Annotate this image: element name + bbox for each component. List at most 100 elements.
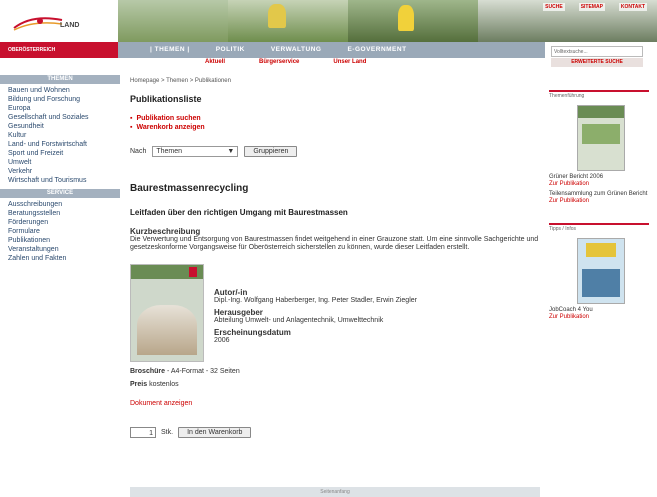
sidebar-item[interactable]: Verkehr [8, 167, 120, 176]
brand-strip[interactable]: OBERÖSTERREICH [0, 42, 118, 58]
publication-meta: Autor/-in Dipl.-Ing. Wolfgang Haberberge… [214, 264, 417, 362]
sidebar: THEMEN Bauen und Wohnen Bildung und Fors… [0, 75, 120, 267]
publication-title: Baurestmassenrecycling [130, 183, 249, 194]
sidebar-item[interactable]: Beratungsstellen [8, 209, 120, 218]
price-value: kostenlos [149, 381, 179, 388]
page-title: Publikationsliste [130, 94, 202, 104]
sidebar-section-title: THEMEN [0, 75, 120, 84]
search-publication-link[interactable]: Publikation suchen [130, 114, 540, 123]
sidebar-item[interactable]: Formulare [8, 227, 120, 236]
sidebar-item[interactable]: Sport und Freizeit [8, 149, 120, 158]
top-link-contact[interactable]: KONTAKT [618, 3, 647, 11]
sidebar-item[interactable]: Europa [8, 104, 120, 113]
header-banner: LAND SUCHE SITEMAP KONTAKT [0, 0, 657, 42]
sort-select[interactable]: Themen ▼ [152, 146, 239, 157]
sidebar-item[interactable]: Land- und Forstwirtschaft [8, 140, 120, 149]
right-item-link[interactable]: Zur Publikation [549, 314, 649, 321]
publisher-value: Abteilung Umwelt- und Anlagentechnik, Um… [214, 317, 384, 324]
author-value: Dipl.-Ing. Wolfgang Haberberger, Ing. Pe… [214, 297, 417, 304]
cover-photo [582, 124, 620, 144]
cover-flag [189, 267, 197, 277]
main-content: Homepage > Themen > Publikationen Publik… [130, 78, 540, 438]
quantity-input[interactable]: 1 [130, 427, 156, 438]
top-link-search[interactable]: SUCHE [543, 3, 565, 11]
publication-subtitle: Leitfaden über den richtigen Umgang mit … [130, 208, 348, 217]
right-item-link[interactable]: Zur Publikation [549, 181, 649, 188]
logo-icon [13, 17, 63, 31]
right-item-title: Teilensammlung zum Grünen Bericht [549, 191, 648, 197]
publication-details: Autor/-in Dipl.-Ing. Wolfgang Haberberge… [130, 264, 540, 362]
price-label: Preis [130, 381, 148, 388]
sidebar-item[interactable]: Ausschreibungen [8, 200, 120, 209]
right-box-heading: Tipps / Infos [549, 223, 649, 232]
publisher-label: Herausgeber [214, 308, 263, 317]
book-cover-image [130, 264, 204, 362]
brochure-value: - A4-Format - 32 Seiten [166, 368, 240, 375]
cover-band [578, 106, 624, 118]
cyclist-shape [268, 4, 286, 28]
sidebar-item[interactable]: Gesellschaft und Soziales [8, 113, 120, 122]
sort-row: Nach Themen ▼ Gruppieren [130, 146, 540, 157]
logo-text: LAND [60, 22, 80, 29]
top-link-sitemap[interactable]: SITEMAP [578, 3, 605, 11]
sidebar-item[interactable]: Umwelt [8, 158, 120, 167]
nav-item-themen[interactable]: | THEMEN | [150, 42, 190, 58]
quantity-unit: Stk. [161, 429, 174, 436]
rubble-pile [137, 305, 197, 355]
add-to-cart-button[interactable]: In den Warenkorb [178, 427, 252, 438]
search-input[interactable]: Volltextsuche... [551, 46, 643, 57]
runner-shape [398, 5, 414, 31]
show-cart-link[interactable]: Warenkorb anzeigen [130, 123, 540, 132]
brochure-label: Broschüre [130, 368, 166, 375]
date-value: 2006 [214, 337, 230, 344]
nav-item-egovernment[interactable]: E-GOVERNMENT [347, 42, 406, 58]
sidebar-item[interactable]: Veranstaltungen [8, 245, 120, 254]
report-cover-image[interactable] [577, 105, 625, 171]
sidebar-item[interactable]: Bildung und Forschung [8, 95, 120, 104]
date-label: Erscheinungsdatum [214, 328, 291, 337]
sidebar-item[interactable]: Wirtschaft und Tourismus [8, 176, 120, 185]
header-photo-3 [348, 0, 478, 42]
right-item-title: Grüner Bericht 2006 [549, 174, 604, 180]
chevron-down-icon: ▼ [227, 148, 235, 155]
top-links: SUCHE SITEMAP KONTAKT [543, 3, 647, 11]
brochure-line: Broschüre - A4-Format - 32 Seiten [130, 368, 540, 375]
sub-nav: Aktuell Bürgerservice Unser Land [205, 58, 366, 67]
sidebar-item[interactable]: Publikationen [8, 236, 120, 245]
header-photo-1 [118, 0, 228, 42]
description-text: Die Verwertung und Entsorgung von Baures… [130, 236, 539, 251]
group-button[interactable]: Gruppieren [244, 146, 298, 157]
sidebar-item[interactable]: Bauen und Wohnen [8, 86, 120, 95]
sidebar-section-title: SERVICE [0, 189, 120, 198]
subnav-item-unser-land[interactable]: Unser Land [333, 58, 366, 67]
sidebar-item[interactable]: Kultur [8, 131, 120, 140]
sidebar-item[interactable]: Gesundheit [8, 122, 120, 131]
author-label: Autor/-in [214, 288, 248, 297]
price-line: Preis kostenlos [130, 381, 540, 388]
logo-area[interactable]: LAND [0, 0, 118, 42]
cart-row: 1 Stk. In den Warenkorb [130, 427, 540, 438]
cover-badge [586, 243, 616, 257]
breadcrumb[interactable]: Homepage > Themen > Publikationen [130, 78, 540, 84]
sidebar-list-themen: Bauen und Wohnen Bildung und Forschung E… [0, 86, 120, 185]
right-column: Themenführung Grüner Bericht 2006 Zur Pu… [549, 90, 649, 321]
show-document-link[interactable]: Dokument anzeigen [130, 400, 540, 407]
right-item-title: JobCoach 4 You [549, 307, 593, 313]
sort-label: Nach [130, 148, 147, 155]
advanced-search-button[interactable]: ERWEITERTE SUCHE [551, 58, 643, 67]
page-top-bar[interactable]: Seitenanfang [130, 487, 540, 497]
cover-photo [582, 269, 620, 297]
sidebar-item[interactable]: Förderungen [8, 218, 120, 227]
right-box-heading: Themenführung [549, 90, 649, 99]
nav-item-politik[interactable]: POLITIK [216, 42, 245, 58]
description-heading: Kurzbeschreibung [130, 227, 201, 236]
main-nav: | THEMEN | POLITIK VERWALTUNG E-GOVERNME… [150, 42, 407, 58]
nav-item-verwaltung[interactable]: VERWALTUNG [271, 42, 322, 58]
sidebar-item[interactable]: Zahlen und Fakten [8, 254, 120, 263]
subnav-item-aktuell[interactable]: Aktuell [205, 58, 225, 67]
right-item-link[interactable]: Zur Publikation [549, 198, 649, 205]
header-photo-2 [228, 0, 348, 42]
jobcoach-cover-image[interactable] [577, 238, 625, 304]
sidebar-list-service: Ausschreibungen Beratungsstellen Förderu… [0, 200, 120, 263]
subnav-item-buergerservice[interactable]: Bürgerservice [259, 58, 299, 67]
